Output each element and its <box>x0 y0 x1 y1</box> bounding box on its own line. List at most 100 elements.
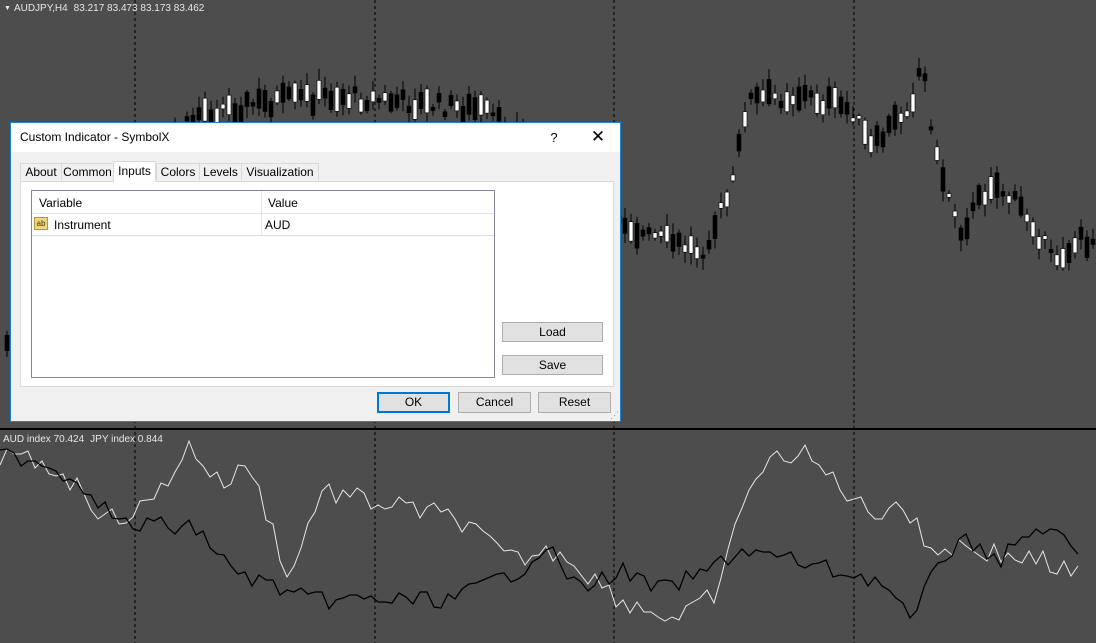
candle-body <box>238 105 244 124</box>
candle-body <box>1036 236 1042 250</box>
candle-body <box>742 111 748 128</box>
candle-body <box>850 117 856 122</box>
candle-body <box>664 225 670 243</box>
cancel-button[interactable]: Cancel <box>458 392 531 413</box>
reset-button[interactable]: Reset <box>538 392 611 413</box>
candle-body <box>844 101 850 115</box>
candle-body <box>310 94 316 116</box>
symbol-period: AUDJPY,H4 <box>13 3 68 14</box>
candle-body <box>436 93 442 103</box>
candle-body <box>778 100 784 109</box>
candle-body <box>724 191 730 208</box>
candle-body <box>430 106 436 111</box>
candle-body <box>646 227 652 235</box>
candle-body <box>970 202 976 212</box>
candle-body <box>328 90 334 110</box>
candle-body <box>730 174 736 182</box>
table-row[interactable]: ab Instrument AUD <box>32 214 494 236</box>
row-value[interactable]: AUD <box>265 218 290 232</box>
candle-body <box>256 88 262 109</box>
candle-body <box>652 232 658 239</box>
candle-body <box>1024 213 1030 223</box>
column-header-variable[interactable]: Variable <box>39 196 82 210</box>
candle-body <box>880 131 886 148</box>
collapse-triangle-icon[interactable]: ▼ <box>4 5 11 12</box>
candle-body <box>1000 191 1006 197</box>
candle-body <box>916 68 922 77</box>
candle-body <box>490 112 496 117</box>
ok-button[interactable]: OK <box>377 392 450 413</box>
close-button[interactable]: ✕ <box>583 123 613 152</box>
candle-body <box>376 98 382 103</box>
inputs-panel: Variable Value ab Instrument AUD Load Sa… <box>20 181 614 387</box>
inputs-grid[interactable]: Variable Value ab Instrument AUD <box>31 190 495 378</box>
column-header-value[interactable]: Value <box>268 196 298 210</box>
candle-body <box>628 221 634 242</box>
candle-body <box>910 93 916 113</box>
tab-about[interactable]: About <box>20 163 62 180</box>
candle-body <box>358 98 364 113</box>
candle-body <box>760 89 766 103</box>
candle-body <box>814 92 820 114</box>
candle-body <box>622 217 628 234</box>
candle-body <box>1030 221 1036 238</box>
tab-inputs[interactable]: Inputs <box>113 161 156 182</box>
tab-visualization[interactable]: Visualization <box>241 163 319 180</box>
candle-body <box>796 86 802 111</box>
candle-body <box>1054 254 1060 266</box>
help-button[interactable]: ? <box>542 123 566 152</box>
candle-body <box>928 126 934 131</box>
candle-body <box>184 116 190 122</box>
candle-body <box>898 112 904 123</box>
candle-body <box>496 107 502 122</box>
candle-body <box>472 97 478 120</box>
candle-body <box>868 135 874 153</box>
candle-body <box>484 99 490 114</box>
candle-body <box>826 86 832 109</box>
candle-body <box>1048 248 1054 253</box>
candle-body <box>322 87 328 99</box>
candle-body <box>682 244 688 253</box>
candle-body <box>820 100 826 116</box>
dialog-titlebar[interactable]: Custom Indicator - SymbolX ? ✕ <box>11 123 620 152</box>
candle-body <box>904 110 910 117</box>
candle-body <box>874 125 880 146</box>
tab-common[interactable]: Common <box>61 163 114 180</box>
candle-body <box>418 91 424 110</box>
candle-body <box>1018 196 1024 216</box>
candle-body <box>220 103 226 110</box>
jpy-index-label: JPY index 0.844 <box>90 434 163 445</box>
tab-levels[interactable]: Levels <box>199 163 242 180</box>
custom-indicator-dialog[interactable]: Custom Indicator - SymbolX ? ✕ About Com… <box>10 122 621 422</box>
candle-body <box>700 254 706 259</box>
candle-body <box>1084 236 1090 258</box>
candle-body <box>1078 226 1084 240</box>
candle-body <box>244 91 250 108</box>
candle-body <box>400 89 406 100</box>
candle-body <box>934 146 940 161</box>
candle-body <box>964 217 970 240</box>
tab-colors[interactable]: Colors <box>156 163 200 180</box>
load-button[interactable]: Load <box>502 322 603 342</box>
resize-grip-icon[interactable]: ⋰ <box>610 411 619 420</box>
candle-body <box>952 210 958 217</box>
candle-body <box>784 91 790 112</box>
candle-body <box>1072 237 1078 254</box>
candle-body <box>352 86 358 94</box>
aud-index-line <box>0 439 1079 622</box>
candle-body <box>862 120 868 145</box>
candle-body <box>424 88 430 114</box>
candle-body <box>994 172 1000 198</box>
candle-body <box>226 94 232 115</box>
candle-body <box>304 84 310 102</box>
candle-body <box>346 93 352 109</box>
candle-body <box>802 84 808 102</box>
candle-body <box>982 191 988 206</box>
candle-body <box>688 235 694 254</box>
candle-body <box>250 102 256 107</box>
chart-header: ▼ AUDJPY,H4 83.217 83.473 83.173 83.462 <box>4 3 204 14</box>
candle-body <box>790 95 796 105</box>
save-button[interactable]: Save <box>502 355 603 375</box>
dialog-title: Custom Indicator - SymbolX <box>20 130 170 144</box>
candle-body <box>448 95 454 106</box>
